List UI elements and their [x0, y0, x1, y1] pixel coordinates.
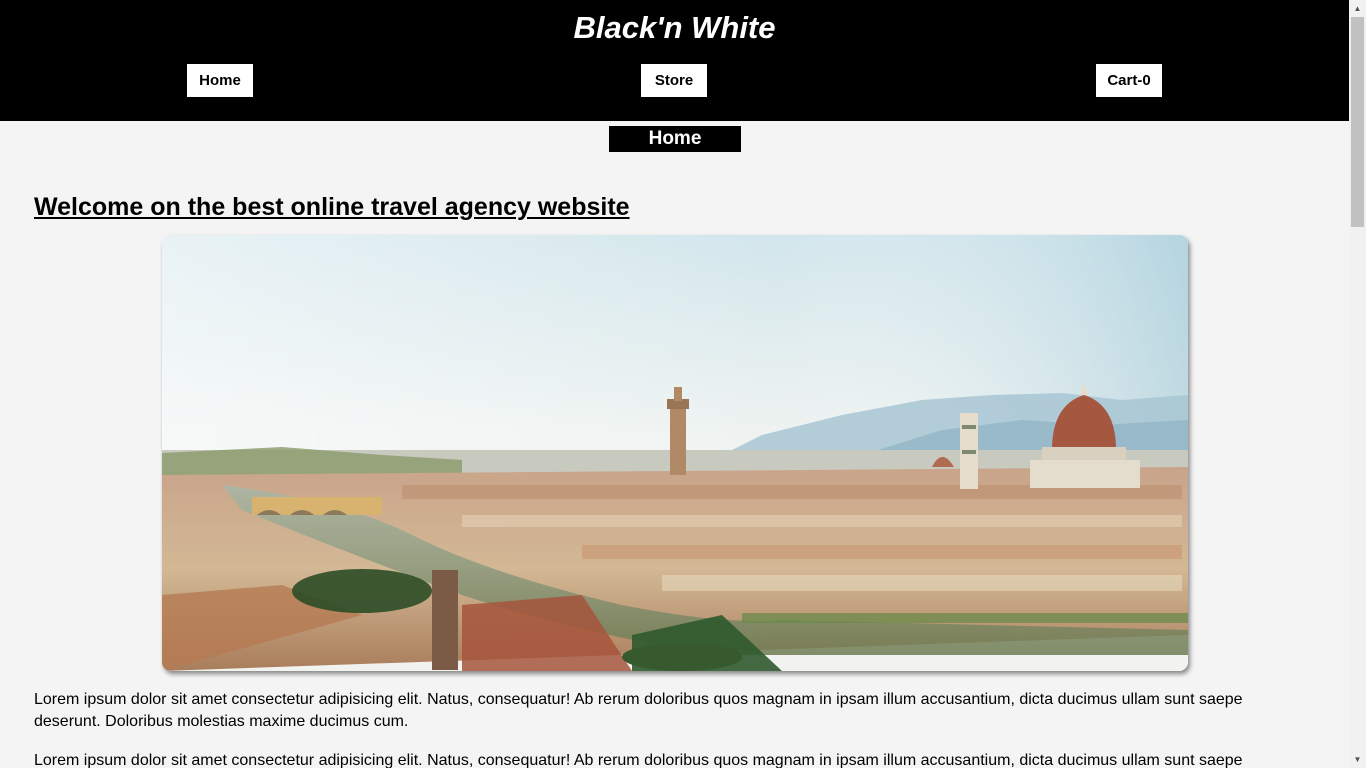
scrollbar-thumb[interactable]	[1351, 17, 1364, 227]
welcome-heading: Welcome on the best online travel agency…	[34, 193, 630, 221]
page: Black'n White Home Store Cart-0 Home Wel…	[0, 0, 1349, 768]
site-header: Black'n White Home Store Cart-0	[0, 0, 1349, 121]
intro-paragraph-2: Lorem ipsum dolor sit amet consectetur a…	[34, 752, 1243, 768]
brand-title: Black'n White	[573, 10, 776, 45]
nav-store-button[interactable]: Store	[641, 64, 707, 97]
vertical-scrollbar[interactable]: ▲ ▼	[1349, 0, 1366, 768]
section-title: Home	[609, 126, 741, 152]
hero-image	[162, 235, 1188, 671]
scroll-down-arrow-icon[interactable]: ▼	[1349, 751, 1366, 768]
intro-paragraph: Lorem ipsum dolor sit amet consectetur a…	[34, 691, 1243, 730]
scroll-up-arrow-icon[interactable]: ▲	[1349, 0, 1366, 17]
nav-home-button[interactable]: Home	[187, 64, 253, 97]
nav-cart-button[interactable]: Cart-0	[1096, 64, 1162, 97]
